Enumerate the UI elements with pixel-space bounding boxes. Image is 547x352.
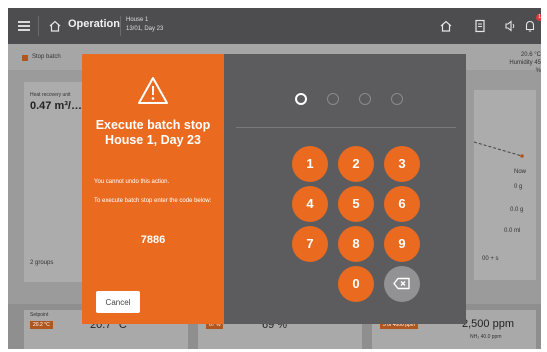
divider — [38, 16, 39, 36]
pin-pad-panel: 1 2 3 4 5 6 7 8 9 0 — [224, 54, 466, 324]
confirmation-code: 7886 — [140, 234, 166, 246]
temperature-value: 20.6 °C — [520, 52, 541, 58]
top-bar: Operation House 1 13/01, Day 23 1 — [8, 8, 541, 44]
house-date: 13/01, Day 23 — [126, 26, 164, 32]
stop-icon — [22, 55, 28, 61]
bell-icon[interactable] — [522, 18, 538, 34]
warning-icon — [138, 77, 168, 104]
key-3[interactable]: 3 — [384, 146, 420, 182]
undo-warning: You cannot undo this action. — [94, 179, 170, 185]
key-7[interactable]: 7 — [292, 226, 328, 262]
cancel-button[interactable]: Cancel — [96, 291, 140, 313]
right-value: 00 + s — [482, 256, 499, 262]
backspace-icon — [393, 277, 410, 290]
batch-stop-dialog: Execute batch stop House 1, Day 23 You c… — [82, 54, 466, 324]
key-5[interactable]: 5 — [338, 186, 374, 222]
document-icon[interactable] — [472, 18, 488, 34]
pin-dot — [391, 93, 403, 105]
house-name: House 1 — [126, 17, 149, 23]
groups-label: 2 groups — [30, 260, 54, 266]
right-value: 0.0 g — [510, 207, 524, 213]
climate-readout: 20.6 °C Humidity 45 % — [505, 51, 541, 75]
right-value: 0.0 ml — [504, 228, 521, 234]
pin-dot — [327, 93, 339, 105]
home-icon[interactable] — [48, 19, 62, 33]
key-9[interactable]: 9 — [384, 226, 420, 262]
key-4[interactable]: 4 — [292, 186, 328, 222]
key-0[interactable]: 0 — [338, 266, 374, 302]
pin-dot — [359, 93, 371, 105]
notification-badge: 1 — [536, 14, 541, 21]
dialog-title: Execute batch stop House 1, Day 23 — [95, 118, 211, 147]
setpoint-tag: 20.2 °C — [30, 321, 53, 329]
key-1[interactable]: 1 — [292, 146, 328, 182]
key-6[interactable]: 6 — [384, 186, 420, 222]
key-8[interactable]: 8 — [338, 226, 374, 262]
divider — [120, 16, 121, 36]
stop-batch-label: Stop batch — [32, 54, 61, 60]
heat-recovery-card — [24, 82, 88, 282]
key-2[interactable]: 2 — [338, 146, 374, 182]
heat-recovery-label: Heat recovery unit — [30, 92, 71, 98]
page-title: Operation — [68, 18, 120, 30]
sound-icon[interactable] — [502, 18, 518, 34]
nh3-value: NH₃ 40.0 ppm — [470, 334, 502, 340]
divider — [236, 127, 456, 128]
code-instruction: To execute batch stop enter the code bel… — [94, 198, 212, 204]
setpoint-label: Setpoint — [30, 312, 49, 318]
right-value: 0 g — [514, 184, 523, 190]
menu-icon[interactable] — [18, 21, 30, 31]
chart-axis-label: Now — [514, 169, 527, 175]
house-info: House 1 13/01, Day 23 — [126, 16, 163, 34]
trend-line — [474, 141, 524, 158]
confirmation-panel: Execute batch stop House 1, Day 23 You c… — [82, 54, 224, 324]
pin-dot-filled — [295, 93, 307, 105]
co2-value: 2,500 ppm — [462, 318, 514, 330]
app-screen: Operation House 1 13/01, Day 23 1 Stop b… — [8, 8, 541, 349]
heat-recovery-value: 0.47 m³/… — [30, 100, 82, 112]
home-icon[interactable] — [438, 18, 454, 34]
humidity-value: Humidity 45 % — [509, 60, 541, 74]
backspace-button[interactable] — [384, 266, 420, 302]
